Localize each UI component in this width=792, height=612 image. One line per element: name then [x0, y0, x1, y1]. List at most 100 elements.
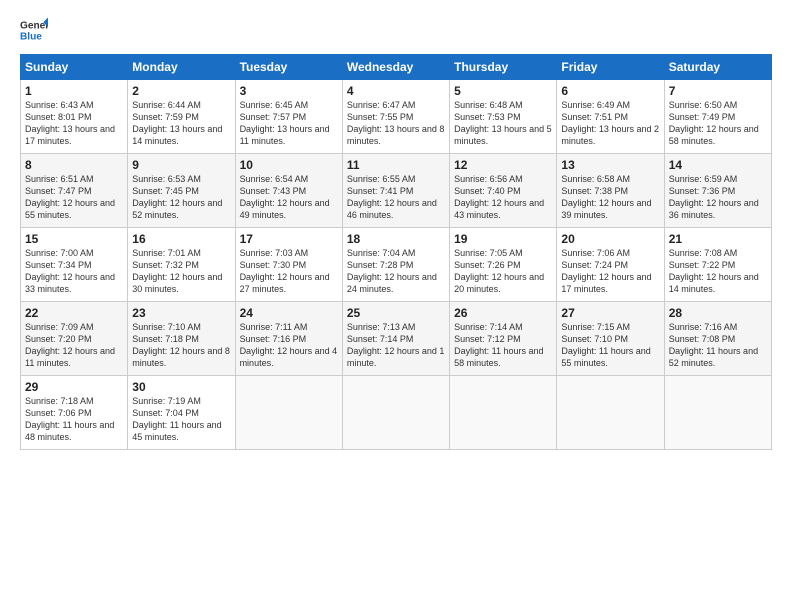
calendar-cell: 20 Sunrise: 7:06 AMSunset: 7:24 PMDayligh… — [557, 228, 664, 302]
day-number: 14 — [669, 158, 767, 172]
day-number: 8 — [25, 158, 123, 172]
day-number: 18 — [347, 232, 445, 246]
day-number: 2 — [132, 84, 230, 98]
day-number: 10 — [240, 158, 338, 172]
day-number: 23 — [132, 306, 230, 320]
day-info: Sunrise: 6:53 AMSunset: 7:45 PMDaylight:… — [132, 174, 222, 220]
day-number: 19 — [454, 232, 552, 246]
day-info: Sunrise: 6:56 AMSunset: 7:40 PMDaylight:… — [454, 174, 544, 220]
weekday-header-saturday: Saturday — [664, 55, 771, 80]
day-info: Sunrise: 7:10 AMSunset: 7:18 PMDaylight:… — [132, 322, 230, 368]
calendar-cell: 13 Sunrise: 6:58 AMSunset: 7:38 PMDayligh… — [557, 154, 664, 228]
calendar-cell: 8 Sunrise: 6:51 AMSunset: 7:47 PMDaylight… — [21, 154, 128, 228]
calendar-cell: 29 Sunrise: 7:18 AMSunset: 7:06 PMDayligh… — [21, 376, 128, 450]
day-number: 16 — [132, 232, 230, 246]
calendar-cell — [342, 376, 449, 450]
page: General Blue SundayMondayTuesdayWednesda… — [0, 0, 792, 612]
calendar-cell: 22 Sunrise: 7:09 AMSunset: 7:20 PMDayligh… — [21, 302, 128, 376]
day-number: 7 — [669, 84, 767, 98]
logo: General Blue — [20, 16, 48, 44]
weekday-header-tuesday: Tuesday — [235, 55, 342, 80]
header: General Blue — [20, 16, 772, 44]
day-number: 6 — [561, 84, 659, 98]
day-info: Sunrise: 7:06 AMSunset: 7:24 PMDaylight:… — [561, 248, 651, 294]
day-number: 12 — [454, 158, 552, 172]
calendar-cell: 16 Sunrise: 7:01 AMSunset: 7:32 PMDayligh… — [128, 228, 235, 302]
calendar-cell: 23 Sunrise: 7:10 AMSunset: 7:18 PMDayligh… — [128, 302, 235, 376]
day-info: Sunrise: 7:01 AMSunset: 7:32 PMDaylight:… — [132, 248, 222, 294]
day-info: Sunrise: 7:18 AMSunset: 7:06 PMDaylight:… — [25, 396, 114, 442]
calendar-cell: 9Sunrise: 6:53 AMSunset: 7:45 PMDaylight… — [128, 154, 235, 228]
day-info: Sunrise: 7:05 AMSunset: 7:26 PMDaylight:… — [454, 248, 544, 294]
day-info: Sunrise: 6:43 AMSunset: 8:01 PMDaylight:… — [25, 100, 115, 146]
day-number: 11 — [347, 158, 445, 172]
weekday-header-thursday: Thursday — [450, 55, 557, 80]
day-number: 17 — [240, 232, 338, 246]
day-info: Sunrise: 6:50 AMSunset: 7:49 PMDaylight:… — [669, 100, 759, 146]
calendar-cell — [557, 376, 664, 450]
calendar-cell: 5 Sunrise: 6:48 AMSunset: 7:53 PMDaylight… — [450, 80, 557, 154]
day-number: 13 — [561, 158, 659, 172]
calendar-cell: 17 Sunrise: 7:03 AMSunset: 7:30 PMDayligh… — [235, 228, 342, 302]
day-info: Sunrise: 7:04 AMSunset: 7:28 PMDaylight:… — [347, 248, 437, 294]
calendar-cell: 18 Sunrise: 7:04 AMSunset: 7:28 PMDayligh… — [342, 228, 449, 302]
weekday-header-friday: Friday — [557, 55, 664, 80]
weekday-header-monday: Monday — [128, 55, 235, 80]
day-info: Sunrise: 7:14 AMSunset: 7:12 PMDaylight:… — [454, 322, 543, 368]
day-info: Sunrise: 6:49 AMSunset: 7:51 PMDaylight:… — [561, 100, 659, 146]
calendar-cell: 7 Sunrise: 6:50 AMSunset: 7:49 PMDaylight… — [664, 80, 771, 154]
day-info: Sunrise: 6:44 AMSunset: 7:59 PMDaylight:… — [132, 100, 222, 146]
day-number: 29 — [25, 380, 123, 394]
calendar-cell: 15 Sunrise: 7:00 AMSunset: 7:34 PMDayligh… — [21, 228, 128, 302]
svg-text:Blue: Blue — [20, 31, 42, 42]
calendar-cell — [235, 376, 342, 450]
calendar-cell: 3 Sunrise: 6:45 AMSunset: 7:57 PMDaylight… — [235, 80, 342, 154]
day-info: Sunrise: 7:00 AMSunset: 7:34 PMDaylight:… — [25, 248, 115, 294]
day-info: Sunrise: 7:09 AMSunset: 7:20 PMDaylight:… — [25, 322, 115, 368]
day-number: 24 — [240, 306, 338, 320]
day-info: Sunrise: 7:03 AMSunset: 7:30 PMDaylight:… — [240, 248, 330, 294]
calendar-cell: 30Sunrise: 7:19 AMSunset: 7:04 PMDayligh… — [128, 376, 235, 450]
day-number: 15 — [25, 232, 123, 246]
day-info: Sunrise: 7:13 AMSunset: 7:14 PMDaylight:… — [347, 322, 445, 368]
day-info: Sunrise: 6:48 AMSunset: 7:53 PMDaylight:… — [454, 100, 552, 146]
calendar-cell: 6 Sunrise: 6:49 AMSunset: 7:51 PMDaylight… — [557, 80, 664, 154]
calendar-cell: 2 Sunrise: 6:44 AMSunset: 7:59 PMDaylight… — [128, 80, 235, 154]
weekday-header-sunday: Sunday — [21, 55, 128, 80]
calendar-cell: 10 Sunrise: 6:54 AMSunset: 7:43 PMDayligh… — [235, 154, 342, 228]
calendar-cell: 24 Sunrise: 7:11 AMSunset: 7:16 PMDayligh… — [235, 302, 342, 376]
day-info: Sunrise: 6:54 AMSunset: 7:43 PMDaylight:… — [240, 174, 330, 220]
calendar-cell — [450, 376, 557, 450]
calendar-cell: 26 Sunrise: 7:14 AMSunset: 7:12 PMDayligh… — [450, 302, 557, 376]
day-info: Sunrise: 6:59 AMSunset: 7:36 PMDaylight:… — [669, 174, 759, 220]
calendar-cell: 21 Sunrise: 7:08 AMSunset: 7:22 PMDayligh… — [664, 228, 771, 302]
day-info: Sunrise: 7:19 AMSunset: 7:04 PMDaylight:… — [132, 396, 221, 442]
day-info: Sunrise: 6:51 AMSunset: 7:47 PMDaylight:… — [25, 174, 115, 220]
day-number: 21 — [669, 232, 767, 246]
day-number: 25 — [347, 306, 445, 320]
logo-icon: General Blue — [20, 16, 48, 44]
day-info: Sunrise: 7:16 AMSunset: 7:08 PMDaylight:… — [669, 322, 758, 368]
day-info: Sunrise: 7:11 AMSunset: 7:16 PMDaylight:… — [240, 322, 338, 368]
day-info: Sunrise: 6:47 AMSunset: 7:55 PMDaylight:… — [347, 100, 445, 146]
day-number: 26 — [454, 306, 552, 320]
day-info: Sunrise: 6:58 AMSunset: 7:38 PMDaylight:… — [561, 174, 651, 220]
day-number: 20 — [561, 232, 659, 246]
day-number: 1 — [25, 84, 123, 98]
calendar-cell: 14 Sunrise: 6:59 AMSunset: 7:36 PMDayligh… — [664, 154, 771, 228]
day-number: 5 — [454, 84, 552, 98]
day-number: 4 — [347, 84, 445, 98]
day-info: Sunrise: 6:55 AMSunset: 7:41 PMDaylight:… — [347, 174, 437, 220]
day-number: 22 — [25, 306, 123, 320]
calendar-table: SundayMondayTuesdayWednesdayThursdayFrid… — [20, 54, 772, 450]
calendar-cell: 25 Sunrise: 7:13 AMSunset: 7:14 PMDayligh… — [342, 302, 449, 376]
calendar-cell: 12 Sunrise: 6:56 AMSunset: 7:40 PMDayligh… — [450, 154, 557, 228]
day-number: 27 — [561, 306, 659, 320]
day-info: Sunrise: 7:08 AMSunset: 7:22 PMDaylight:… — [669, 248, 759, 294]
day-info: Sunrise: 6:45 AMSunset: 7:57 PMDaylight:… — [240, 100, 330, 146]
calendar-cell: 1 Sunrise: 6:43 AMSunset: 8:01 PMDaylight… — [21, 80, 128, 154]
calendar-cell — [664, 376, 771, 450]
calendar-cell: 28 Sunrise: 7:16 AMSunset: 7:08 PMDayligh… — [664, 302, 771, 376]
day-number: 3 — [240, 84, 338, 98]
day-number: 28 — [669, 306, 767, 320]
